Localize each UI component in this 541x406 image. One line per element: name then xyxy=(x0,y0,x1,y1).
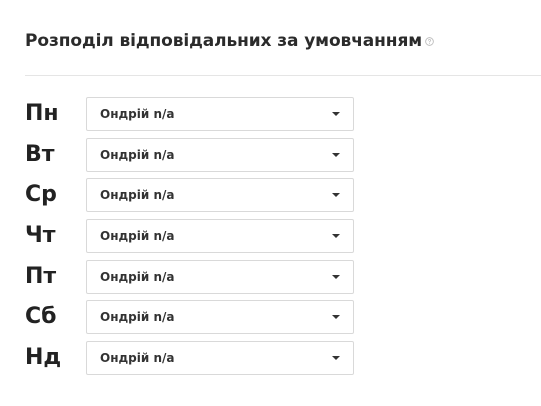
default-responsible-panel: Розподіл відповідальних за умовчанням Пн… xyxy=(0,0,541,406)
weekday-label: Ср xyxy=(25,182,57,208)
responsible-select-mon[interactable]: Ондрій n/a xyxy=(86,97,354,131)
weekday-label: Чт xyxy=(25,223,56,249)
responsible-select-fri[interactable]: Ондрій n/a xyxy=(86,259,354,294)
weekday-list: Пн Ондрій n/a Вт Ондрій n/a Ср Ондрій n/… xyxy=(25,97,354,382)
caret-down-icon xyxy=(332,315,340,320)
weekday-row-thu: Чт Ондрій n/a xyxy=(25,219,354,254)
panel-title: Розподіл відповідальних за умовчанням xyxy=(25,31,423,51)
weekday-row-fri: Пт Ондрій n/a xyxy=(25,259,354,294)
caret-down-icon xyxy=(332,112,340,116)
weekday-label: Пн xyxy=(25,101,59,126)
caret-down-icon xyxy=(332,356,340,361)
select-value: Ондрій n/a xyxy=(100,147,175,162)
panel-header: Розподіл відповідальних за умовчанням xyxy=(25,31,434,51)
select-value: Ондрій n/a xyxy=(100,107,175,121)
weekday-row-wed: Ср Ондрій n/a xyxy=(25,178,354,213)
caret-down-icon xyxy=(332,193,340,198)
weekday-label: Пт xyxy=(25,263,57,289)
weekday-label: Вт xyxy=(25,141,55,167)
select-value: Ондрій n/a xyxy=(100,351,175,366)
caret-down-icon xyxy=(332,152,340,157)
responsible-select-sat[interactable]: Ондрій n/a xyxy=(86,300,354,335)
weekday-row-mon: Пн Ондрій n/a xyxy=(25,97,354,131)
caret-down-icon xyxy=(332,234,340,239)
select-value: Ондрій n/a xyxy=(100,310,175,325)
weekday-row-sun: Нд Ондрій n/a xyxy=(25,341,354,376)
header-divider xyxy=(25,75,541,76)
responsible-select-thu[interactable]: Ондрій n/a xyxy=(86,219,354,254)
select-value: Ондрій n/a xyxy=(100,229,175,244)
responsible-select-tue[interactable]: Ондрій n/a xyxy=(86,137,354,172)
question-circle-icon[interactable] xyxy=(425,33,434,46)
responsible-select-wed[interactable]: Ондрій n/a xyxy=(86,178,354,213)
select-value: Ондрій n/a xyxy=(100,269,175,284)
weekday-label: Нд xyxy=(25,345,62,371)
weekday-label: Сб xyxy=(25,304,57,330)
select-value: Ондрій n/a xyxy=(100,188,175,203)
weekday-row-sat: Сб Ондрій n/a xyxy=(25,300,354,335)
responsible-select-sun[interactable]: Ондрій n/a xyxy=(86,341,354,376)
weekday-row-tue: Вт Ондрій n/a xyxy=(25,137,354,172)
caret-down-icon xyxy=(332,274,340,279)
